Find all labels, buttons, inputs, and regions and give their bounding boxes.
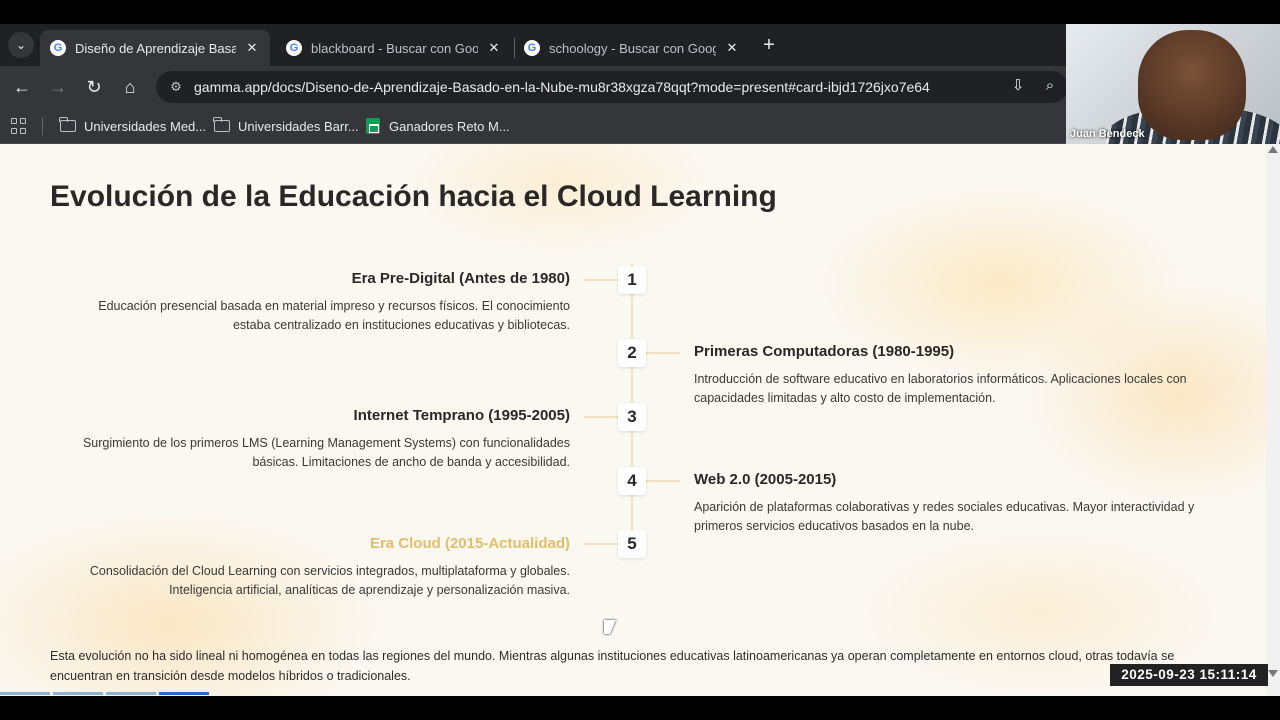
event-title-5: Era Cloud (2015-Actualidad) <box>369 535 570 552</box>
progress-segment <box>159 692 209 695</box>
timeline-connector <box>584 543 618 545</box>
install-app-icon[interactable]: ⇩ <box>1007 75 1029 97</box>
event-description-1: Educación presencial basada en material … <box>98 299 570 332</box>
sheets-icon <box>366 118 380 134</box>
scrollbar[interactable] <box>1266 144 1280 696</box>
google-icon: G <box>286 40 302 56</box>
slide-title: Evolución de la Educación hacia el Cloud… <box>50 180 777 213</box>
browser-window: ⌄ G Diseño de Aprendizaje Basado ✕ G bla… <box>0 24 1280 696</box>
event-description-2: Introducción de software educativo en la… <box>694 372 1187 405</box>
progress-segment <box>0 692 50 695</box>
timeline-connector <box>646 352 680 354</box>
timeline-number-1: 1 <box>618 266 646 294</box>
webcam-overlay: Juan Bendeck <box>1066 24 1280 144</box>
progress-segment <box>106 692 156 695</box>
forward-icon[interactable]: → <box>46 75 70 99</box>
zoom-icon[interactable]: ⌕ <box>1039 75 1061 97</box>
slide-footnote: Esta evolución no ha sido lineal ni homo… <box>50 649 1175 683</box>
bookmark-divider <box>42 117 43 135</box>
event-description-3: Surgimiento de los primeros LMS (Learnin… <box>82 436 570 469</box>
apps-icon[interactable] <box>11 118 27 134</box>
bookmark-universidades-med[interactable]: Universidades Med... <box>59 114 206 138</box>
event-description-4: Aparición de plataformas colaborativas y… <box>694 500 1195 533</box>
close-icon[interactable]: ✕ <box>244 40 260 56</box>
google-icon: G <box>50 40 66 56</box>
bookmark-universidades-barr[interactable]: Universidades Barr... <box>213 114 359 138</box>
folder-icon <box>213 117 230 132</box>
recording-timestamp: 2025-09-23 15:11:14 <box>1110 664 1268 686</box>
back-icon[interactable]: ← <box>10 75 34 99</box>
event-title-2: Primeras Computadoras (1980-1995) <box>694 343 955 360</box>
home-icon[interactable]: ⌂ <box>118 75 142 99</box>
timeline-number-2: 2 <box>618 339 646 367</box>
timeline-number-3: 3 <box>618 403 646 431</box>
tab-search-icon[interactable]: ⌄ <box>8 32 34 58</box>
timeline-connector <box>646 480 680 482</box>
reload-icon[interactable]: ↻ <box>82 75 106 99</box>
tab-blackboard[interactable]: G blackboard - Buscar con Google ✕ <box>276 30 512 66</box>
google-icon: G <box>524 40 540 56</box>
address-bar[interactable]: ⚙ gamma.app/docs/Diseno-de-Aprendizaje-B… <box>156 71 1068 103</box>
url-text: gamma.app/docs/Diseno-de-Aprendizaje-Bas… <box>194 79 930 95</box>
tab-schoology[interactable]: G schoology - Buscar con Google ✕ <box>514 30 750 66</box>
timeline-connector <box>584 416 618 418</box>
close-icon[interactable]: ✕ <box>486 40 502 56</box>
event-title-1: Era Pre-Digital (Antes de 1980) <box>351 270 570 287</box>
progress-segment <box>53 692 103 695</box>
timeline-number-4: 4 <box>618 467 646 495</box>
webcam-name: Juan Bendeck <box>1070 128 1145 140</box>
site-settings-icon[interactable]: ⚙ <box>166 79 186 95</box>
new-tab-icon[interactable]: + <box>758 34 780 56</box>
tab-diseno[interactable]: G Diseño de Aprendizaje Basado ✕ <box>40 30 270 66</box>
event-title-3: Internet Temprano (1995-2005) <box>353 407 570 424</box>
scroll-down-icon[interactable] <box>1268 670 1278 677</box>
folder-icon <box>59 117 76 132</box>
slide-progress <box>0 692 209 695</box>
slide-content: Evolución de la Educación hacia el Cloud… <box>0 144 1266 696</box>
bookmark-ganadores-reto[interactable]: Ganadores Reto M... <box>366 114 510 138</box>
webcam-person <box>1138 30 1246 140</box>
mouse-cursor-icon <box>604 620 616 634</box>
event-title-4: Web 2.0 (2005-2015) <box>694 471 837 488</box>
close-icon[interactable]: ✕ <box>724 40 740 56</box>
timeline-number-5: 5 <box>618 530 646 558</box>
event-description-5: Consolidación del Cloud Learning con ser… <box>89 564 570 597</box>
scroll-up-icon[interactable] <box>1268 146 1278 153</box>
timeline-connector <box>584 279 618 281</box>
